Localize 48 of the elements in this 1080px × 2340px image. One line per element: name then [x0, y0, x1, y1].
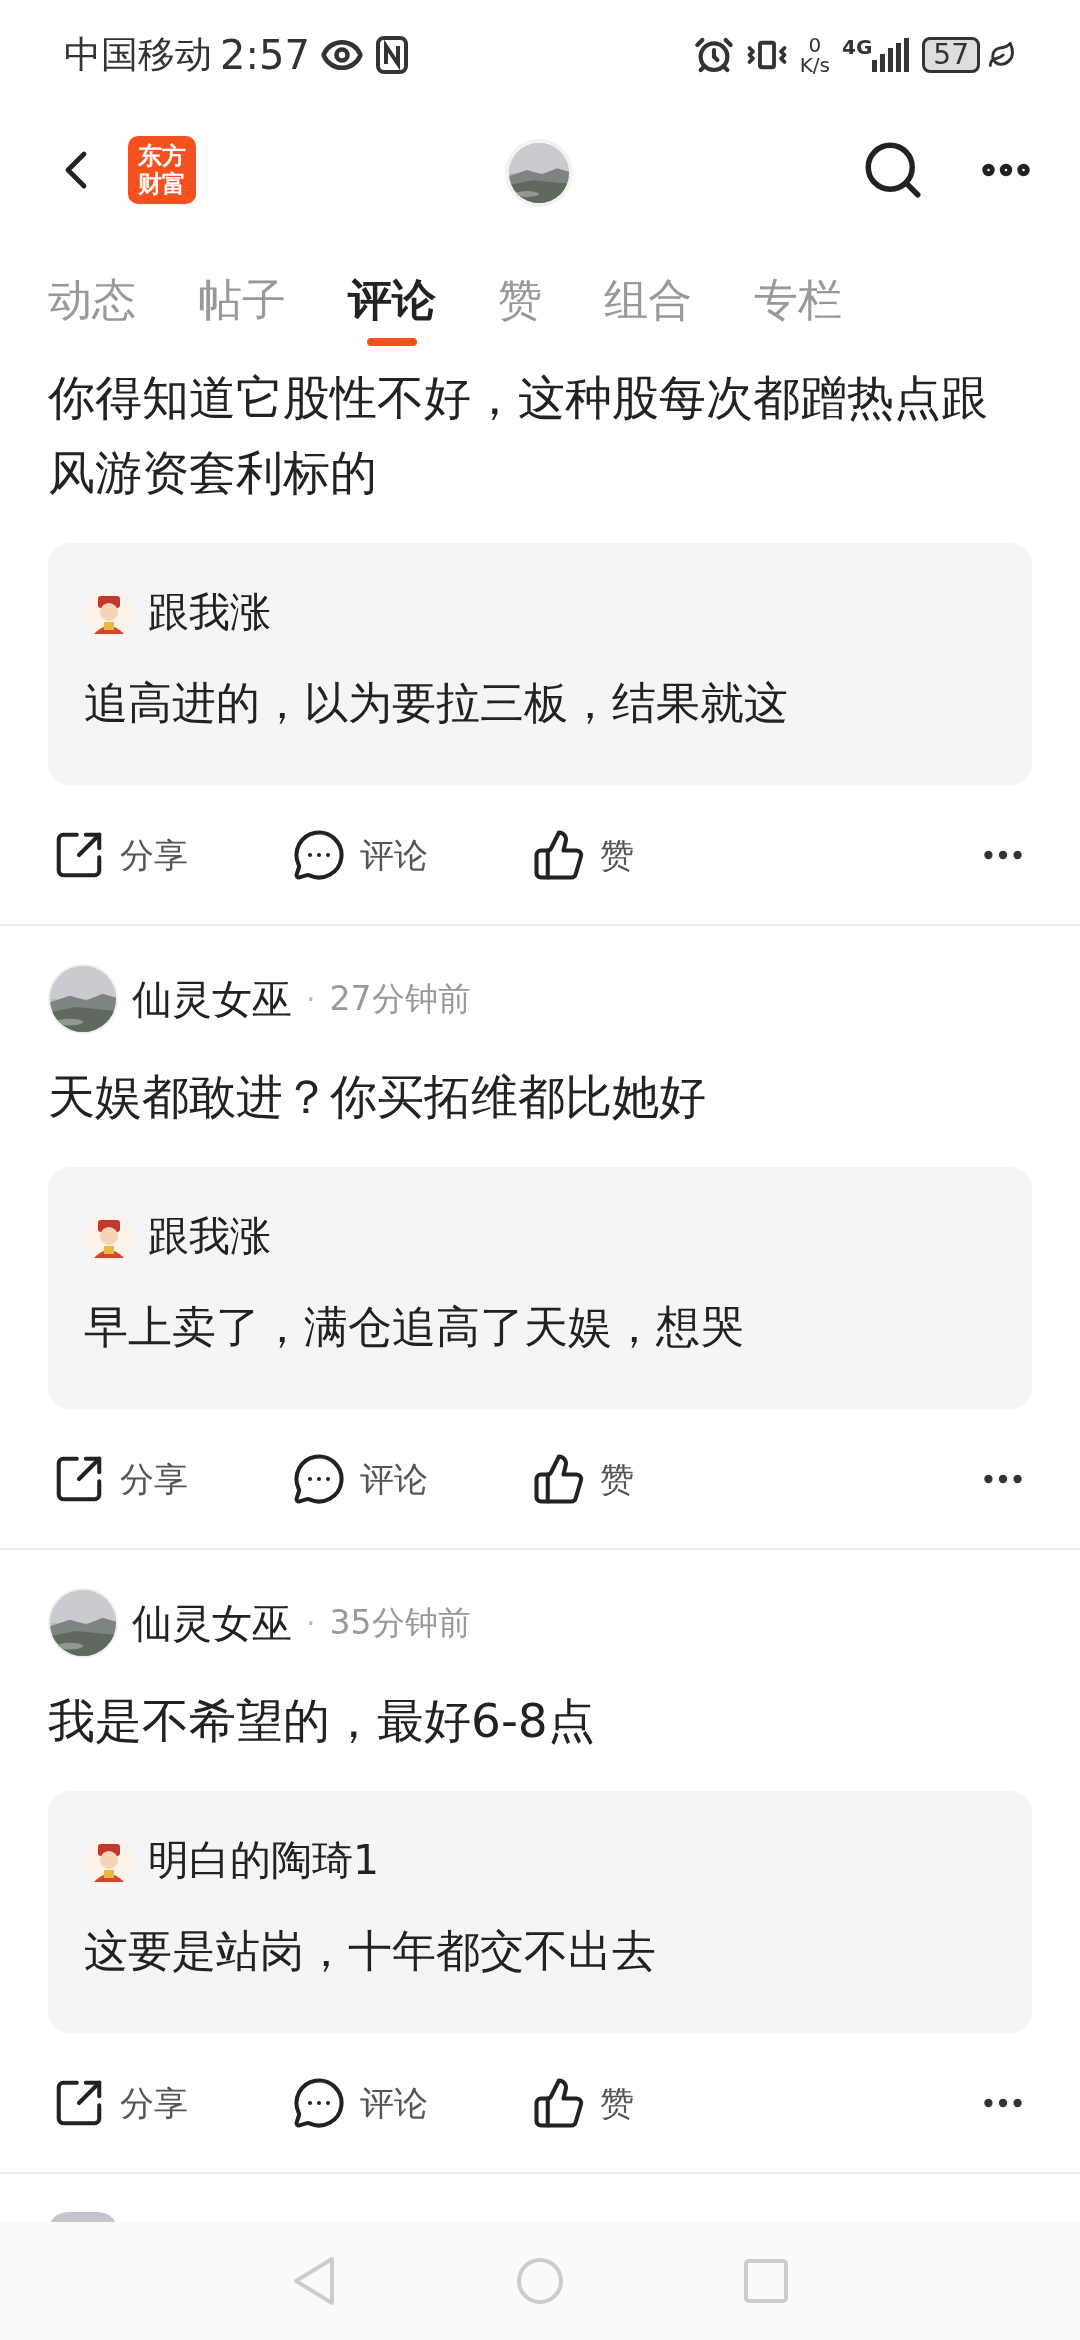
- post-time: 35分钟前: [329, 1602, 471, 1645]
- action-button[interactable]: 评论: [292, 2076, 532, 2130]
- reply-user-name[interactable]: 跟我涨: [148, 1206, 271, 1268]
- quoted-reply-card[interactable]: 明白的陶琦1 这要是站岗，十年都交不出去: [48, 1791, 1032, 2034]
- alarm-icon: [693, 35, 734, 75]
- action-button[interactable]: 赞: [532, 828, 772, 882]
- comment-text: 天娱都敢进？你买拓维都比她好: [47, 1068, 707, 1126]
- clock: 2:57: [220, 31, 310, 80]
- comment-icon: [292, 1452, 346, 1506]
- speed-value: 0: [808, 35, 822, 55]
- comment-text: 我是不希望的，最好6-8点: [47, 1692, 596, 1750]
- separator-dot: ·: [306, 1604, 316, 1643]
- author-name[interactable]: 仙灵女巫: [132, 1593, 292, 1653]
- author-name[interactable]: 仙灵女巫: [132, 969, 292, 1029]
- nfc-icon: [375, 36, 408, 74]
- signal-icon: [872, 38, 911, 72]
- action-button[interactable]: 赞: [532, 1452, 772, 1506]
- tab[interactable]: 评论: [348, 270, 436, 346]
- action-button[interactable]: 分享: [52, 2076, 292, 2130]
- comment-icon: [292, 828, 346, 882]
- post-time: 27分钟前: [329, 978, 471, 1021]
- reply-text: 这要是站岗，十年都交不出去: [84, 1924, 657, 1978]
- action-button[interactable]: 评论: [292, 828, 532, 882]
- reply-user-name[interactable]: 跟我涨: [148, 582, 271, 644]
- tab-underline: [367, 338, 417, 346]
- avatar-icon: [84, 1836, 134, 1886]
- avatar-icon: [84, 588, 134, 638]
- avatar-icon: [84, 1212, 134, 1262]
- thumbs-up-icon: [532, 828, 586, 882]
- action-button[interactable]: 分享: [52, 828, 292, 882]
- carrier-name: 中国移动: [64, 32, 212, 79]
- speed-unit: K/s: [799, 55, 830, 75]
- comment-icon: [292, 2076, 346, 2130]
- action-button[interactable]: 分享: [52, 1452, 292, 1506]
- action-button[interactable]: 评论: [292, 1452, 532, 1506]
- battery-indicator: 57: [922, 37, 980, 73]
- comment-text: 你得知道它股性不好，这种股每次都蹭热点跟风游资套利标的: [47, 369, 989, 502]
- thumbs-up-icon: [532, 1452, 586, 1506]
- reply-text: 早上卖了，满仓追高了天娱，想哭: [84, 1300, 745, 1354]
- reply-text: 追高进的，以为要拉三板，结果就这: [84, 676, 789, 730]
- leaf-icon: [988, 41, 1016, 69]
- quoted-reply-card[interactable]: 跟我涨 追高进的，以为要拉三板，结果就这: [48, 543, 1032, 786]
- separator-dot: ·: [306, 980, 316, 1019]
- action-button[interactable]: 赞: [532, 2076, 772, 2130]
- network-type: 4G: [842, 34, 873, 61]
- thumbs-up-icon: [532, 2076, 586, 2130]
- quoted-reply-card[interactable]: 跟我涨 早上卖了，满仓追高了天娱，想哭: [48, 1167, 1032, 1410]
- reply-user-name[interactable]: 明白的陶琦1: [148, 1830, 380, 1892]
